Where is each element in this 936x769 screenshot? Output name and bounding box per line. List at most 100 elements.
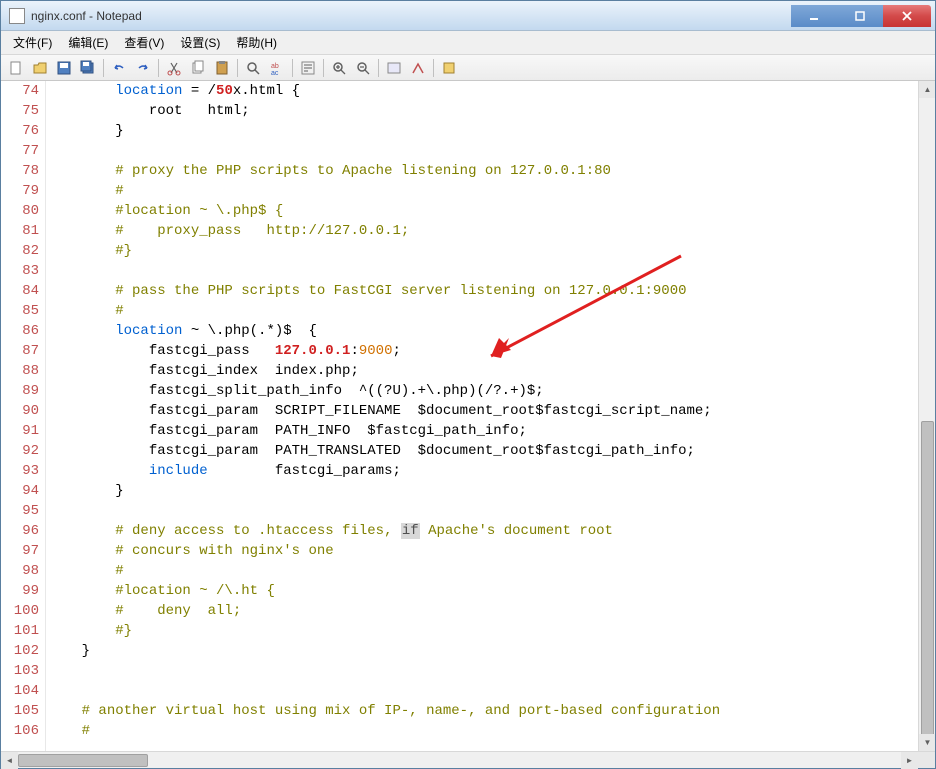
line-number: 103 <box>1 661 39 681</box>
code-line[interactable]: fastcgi_split_path_info ^((?U).+\.php)(/… <box>48 381 918 401</box>
horizontal-scrollbar[interactable]: ◄ ► <box>1 751 935 768</box>
toolbar: abac <box>1 55 935 81</box>
zoom-in-icon[interactable] <box>328 57 350 79</box>
code-line[interactable]: # concurs with nginx's one <box>48 541 918 561</box>
code-line[interactable]: fastcgi_index index.php; <box>48 361 918 381</box>
editor-area: 7475767778798081828384858687888990919293… <box>1 81 935 751</box>
code-line[interactable] <box>48 661 918 681</box>
line-number: 82 <box>1 241 39 261</box>
menu-settings[interactable]: 设置(S) <box>172 31 228 54</box>
save-all-icon[interactable] <box>77 57 99 79</box>
svg-text:ab: ab <box>271 63 279 70</box>
toolbar-separator <box>433 59 434 77</box>
code-line[interactable] <box>48 681 918 701</box>
code-line[interactable]: fastcgi_param PATH_TRANSLATED $document_… <box>48 441 918 461</box>
tool-icon[interactable] <box>383 57 405 79</box>
save-icon[interactable] <box>53 57 75 79</box>
code-line[interactable]: # pass the PHP scripts to FastCGI server… <box>48 281 918 301</box>
toolbar-separator <box>237 59 238 77</box>
line-number: 106 <box>1 721 39 741</box>
code-line[interactable]: include fastcgi_params; <box>48 461 918 481</box>
code-line[interactable]: } <box>48 481 918 501</box>
line-number: 85 <box>1 301 39 321</box>
line-number: 77 <box>1 141 39 161</box>
titlebar[interactable]: nginx.conf - Notepad <box>1 1 935 31</box>
close-button[interactable] <box>883 5 931 27</box>
code-line[interactable]: } <box>48 121 918 141</box>
line-number: 90 <box>1 401 39 421</box>
code-line[interactable]: #} <box>48 241 918 261</box>
code-line[interactable]: #location ~ \.php$ { <box>48 201 918 221</box>
code-line[interactable] <box>48 501 918 521</box>
zoom-out-icon[interactable] <box>352 57 374 79</box>
scroll-right-icon[interactable]: ► <box>901 752 918 769</box>
code-line[interactable]: } <box>48 641 918 661</box>
replace-icon[interactable]: abac <box>266 57 288 79</box>
tool-icon[interactable] <box>438 57 460 79</box>
code-line[interactable] <box>48 141 918 161</box>
code-line[interactable]: root html; <box>48 101 918 121</box>
code-line[interactable]: fastcgi_param PATH_INFO $fastcgi_path_in… <box>48 421 918 441</box>
line-number: 74 <box>1 81 39 101</box>
line-number: 78 <box>1 161 39 181</box>
code-line[interactable]: location = /50x.html { <box>48 81 918 101</box>
line-number: 91 <box>1 421 39 441</box>
scroll-track[interactable] <box>18 752 901 768</box>
new-icon[interactable] <box>5 57 27 79</box>
code-line[interactable]: # <box>48 301 918 321</box>
code-line[interactable]: # <box>48 721 918 741</box>
paste-icon[interactable] <box>211 57 233 79</box>
menu-edit[interactable]: 编辑(E) <box>60 31 116 54</box>
code-line[interactable]: # deny all; <box>48 601 918 621</box>
minimize-button[interactable] <box>791 5 837 27</box>
code-line[interactable] <box>48 261 918 281</box>
line-number: 99 <box>1 581 39 601</box>
copy-icon[interactable] <box>187 57 209 79</box>
line-number-gutter: 7475767778798081828384858687888990919293… <box>1 81 46 751</box>
open-icon[interactable] <box>29 57 51 79</box>
maximize-button[interactable] <box>837 5 883 27</box>
app-icon <box>9 8 25 24</box>
line-number: 95 <box>1 501 39 521</box>
line-number: 89 <box>1 381 39 401</box>
find-icon[interactable] <box>242 57 264 79</box>
scroll-thumb[interactable] <box>921 421 934 741</box>
code-line[interactable]: # <box>48 181 918 201</box>
app-window: nginx.conf - Notepad 文件(F) 编辑(E) 查看(V) 设… <box>0 0 936 769</box>
code-line[interactable]: # deny access to .htaccess files, if Apa… <box>48 521 918 541</box>
undo-icon[interactable] <box>108 57 130 79</box>
line-number: 88 <box>1 361 39 381</box>
code-line[interactable]: fastcgi_param SCRIPT_FILENAME $document_… <box>48 401 918 421</box>
redo-icon[interactable] <box>132 57 154 79</box>
tool-icon[interactable] <box>407 57 429 79</box>
line-number: 86 <box>1 321 39 341</box>
line-number: 80 <box>1 201 39 221</box>
menu-view[interactable]: 查看(V) <box>116 31 172 54</box>
line-number: 84 <box>1 281 39 301</box>
code-line[interactable]: fastcgi_pass 127.0.0.1:9000; <box>48 341 918 361</box>
scroll-up-icon[interactable]: ▲ <box>919 81 935 98</box>
code-line[interactable]: #} <box>48 621 918 641</box>
line-number: 100 <box>1 601 39 621</box>
line-number: 75 <box>1 101 39 121</box>
code-line[interactable]: # another virtual host using mix of IP-,… <box>48 701 918 721</box>
toolbar-separator <box>378 59 379 77</box>
scroll-thumb[interactable] <box>18 754 148 767</box>
menu-file[interactable]: 文件(F) <box>5 31 60 54</box>
scroll-left-icon[interactable]: ◄ <box>1 752 18 769</box>
wordwrap-icon[interactable] <box>297 57 319 79</box>
line-number: 96 <box>1 521 39 541</box>
toolbar-separator <box>323 59 324 77</box>
code-line[interactable]: # <box>48 561 918 581</box>
vertical-scrollbar[interactable]: ▲ ▼ <box>918 81 935 751</box>
code-line[interactable]: # proxy_pass http://127.0.0.1; <box>48 221 918 241</box>
cut-icon[interactable] <box>163 57 185 79</box>
toolbar-separator <box>103 59 104 77</box>
code-line[interactable]: location ~ \.php(.*)$ { <box>48 321 918 341</box>
scroll-down-icon[interactable]: ▼ <box>919 734 935 751</box>
code-editor[interactable]: location = /50x.html { root html; } # pr… <box>46 81 918 751</box>
code-line[interactable]: # proxy the PHP scripts to Apache listen… <box>48 161 918 181</box>
code-line[interactable]: #location ~ /\.ht { <box>48 581 918 601</box>
menu-help[interactable]: 帮助(H) <box>228 31 285 54</box>
svg-text:ac: ac <box>271 70 279 76</box>
